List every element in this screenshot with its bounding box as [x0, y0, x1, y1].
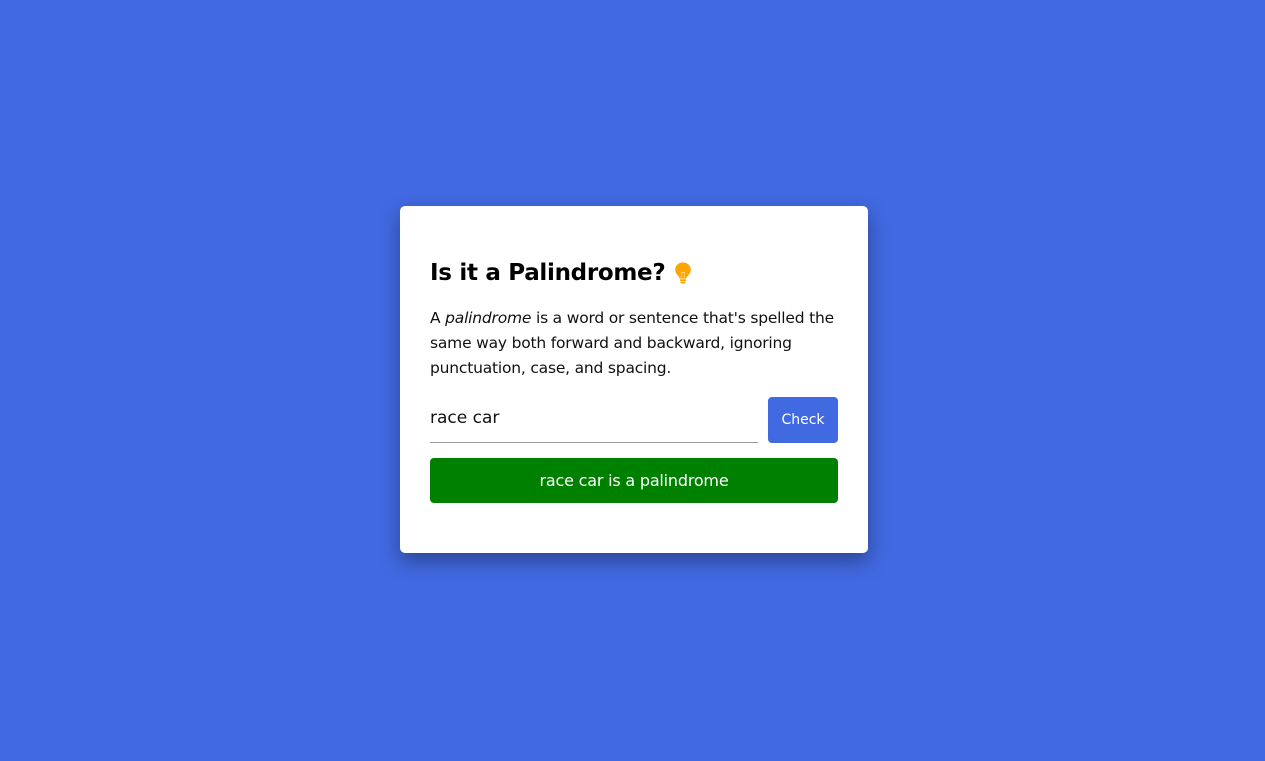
- palindrome-input[interactable]: [430, 397, 758, 443]
- check-button[interactable]: Check: [768, 397, 838, 443]
- palindrome-card: Is it a Palindrome? A palindrome is a wo…: [400, 206, 868, 553]
- page-title: Is it a Palindrome?: [430, 260, 666, 286]
- lightbulb-icon: [673, 261, 693, 285]
- description-emphasis: palindrome: [445, 309, 532, 327]
- description-prefix: A: [430, 309, 446, 327]
- description: A palindrome is a word or sentence that'…: [430, 306, 838, 381]
- result-banner: race car is a palindrome: [430, 458, 838, 503]
- title-row: Is it a Palindrome?: [430, 256, 838, 290]
- input-row: Check: [430, 397, 838, 443]
